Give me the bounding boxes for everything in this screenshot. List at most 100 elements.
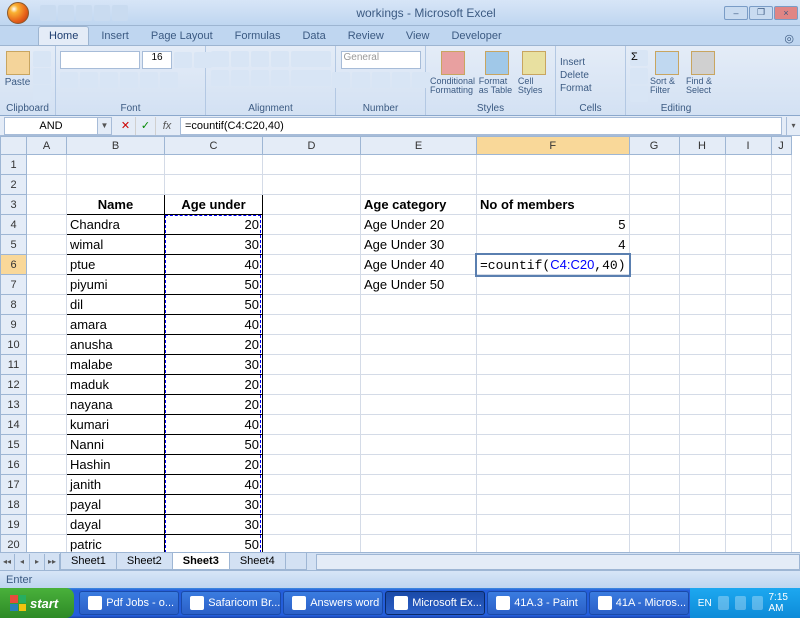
select-all-corner[interactable] [1,137,27,155]
cell-J8[interactable] [771,295,791,315]
taskbar-item[interactable]: Microsoft Ex... [385,591,485,615]
increase-font-icon[interactable] [174,52,192,68]
cell-H12[interactable] [679,375,725,395]
cell-C7[interactable]: 50 [165,275,263,295]
first-sheet-icon[interactable]: ◂◂ [0,554,15,570]
cell-B10[interactable]: anusha [67,335,165,355]
cell-G10[interactable] [629,335,679,355]
cell-G7[interactable] [629,275,679,295]
font-color-icon[interactable] [160,72,178,88]
cell-D16[interactable] [263,455,361,475]
border-icon[interactable] [120,72,138,88]
cell-I12[interactable] [725,375,771,395]
cell-I14[interactable] [725,415,771,435]
cell-E16[interactable] [361,455,477,475]
col-header-F[interactable]: F [477,137,630,155]
cell-E7[interactable]: Age Under 50 [361,275,477,295]
cell-J6[interactable] [771,255,791,275]
cell-E13[interactable] [361,395,477,415]
row-header-16[interactable]: 16 [1,455,27,475]
tab-review[interactable]: Review [338,27,394,45]
cell-J18[interactable] [771,495,791,515]
cell-G13[interactable] [629,395,679,415]
cell-H10[interactable] [679,335,725,355]
cell-F10[interactable] [477,335,630,355]
cell-H8[interactable] [679,295,725,315]
cell-I7[interactable] [725,275,771,295]
cell-D5[interactable] [263,235,361,255]
cell-E9[interactable] [361,315,477,335]
align-bottom-icon[interactable] [251,51,269,67]
cell-J16[interactable] [771,455,791,475]
row-header-14[interactable]: 14 [1,415,27,435]
paste-button[interactable]: Paste [4,49,31,103]
cell-I1[interactable] [725,155,771,175]
cell-H9[interactable] [679,315,725,335]
cell-C16[interactable]: 20 [165,455,263,475]
cell-C2[interactable] [165,175,263,195]
cell-A14[interactable] [27,415,67,435]
cell-B18[interactable]: payal [67,495,165,515]
font-size-select[interactable]: 16 [142,51,172,69]
cut-icon[interactable] [33,51,51,67]
find-select-button[interactable]: Find & Select [686,49,720,103]
cell-E17[interactable] [361,475,477,495]
cell-I18[interactable] [725,495,771,515]
cell-E3[interactable]: Age category [361,195,477,215]
cell-J12[interactable] [771,375,791,395]
cell-A1[interactable] [27,155,67,175]
cell-H1[interactable] [679,155,725,175]
cell-I17[interactable] [725,475,771,495]
col-header-G[interactable]: G [629,137,679,155]
cell-A3[interactable] [27,195,67,215]
row-header-3[interactable]: 3 [1,195,27,215]
cell-C15[interactable]: 50 [165,435,263,455]
cell-A18[interactable] [27,495,67,515]
cell-H15[interactable] [679,435,725,455]
cell-D9[interactable] [263,315,361,335]
cell-E18[interactable] [361,495,477,515]
cell-G6[interactable] [629,255,679,275]
cell-G3[interactable] [629,195,679,215]
cancel-formula-icon[interactable]: ✕ [116,117,136,135]
cell-styles-button[interactable]: Cell Styles [518,49,551,103]
font-name-select[interactable] [60,51,140,69]
increase-decimal-icon[interactable] [392,72,410,88]
cell-G8[interactable] [629,295,679,315]
delete-button[interactable]: Delete [560,70,592,81]
cell-E2[interactable] [361,175,477,195]
cell-D18[interactable] [263,495,361,515]
cell-A20[interactable] [27,535,67,553]
sort-filter-button[interactable]: Sort & Filter [650,49,684,103]
currency-icon[interactable] [332,72,350,88]
wrap-text-icon[interactable] [291,51,331,67]
cell-A5[interactable] [27,235,67,255]
cell-B2[interactable] [67,175,165,195]
cell-B9[interactable]: amara [67,315,165,335]
cell-D8[interactable] [263,295,361,315]
row-header-7[interactable]: 7 [1,275,27,295]
cell-J5[interactable] [771,235,791,255]
cell-D6[interactable] [263,255,361,275]
cell-C10[interactable]: 20 [165,335,263,355]
row-header-12[interactable]: 12 [1,375,27,395]
cell-C17[interactable]: 40 [165,475,263,495]
cell-F18[interactable] [477,495,630,515]
taskbar-item[interactable]: Answers word [283,591,383,615]
cell-F14[interactable] [477,415,630,435]
cell-I19[interactable] [725,515,771,535]
close-button[interactable]: × [774,6,798,20]
cell-B8[interactable]: dil [67,295,165,315]
number-format-select[interactable]: General [341,51,421,69]
cell-E15[interactable] [361,435,477,455]
row-header-20[interactable]: 20 [1,535,27,553]
cell-J19[interactable] [771,515,791,535]
row-header-9[interactable]: 9 [1,315,27,335]
cell-G2[interactable] [629,175,679,195]
cell-D14[interactable] [263,415,361,435]
conditional-formatting-button[interactable]: Conditional Formatting [430,49,477,103]
cell-F4[interactable]: 5 [477,215,630,235]
undo-icon[interactable] [58,5,74,21]
cell-E4[interactable]: Age Under 20 [361,215,477,235]
cell-G5[interactable] [629,235,679,255]
